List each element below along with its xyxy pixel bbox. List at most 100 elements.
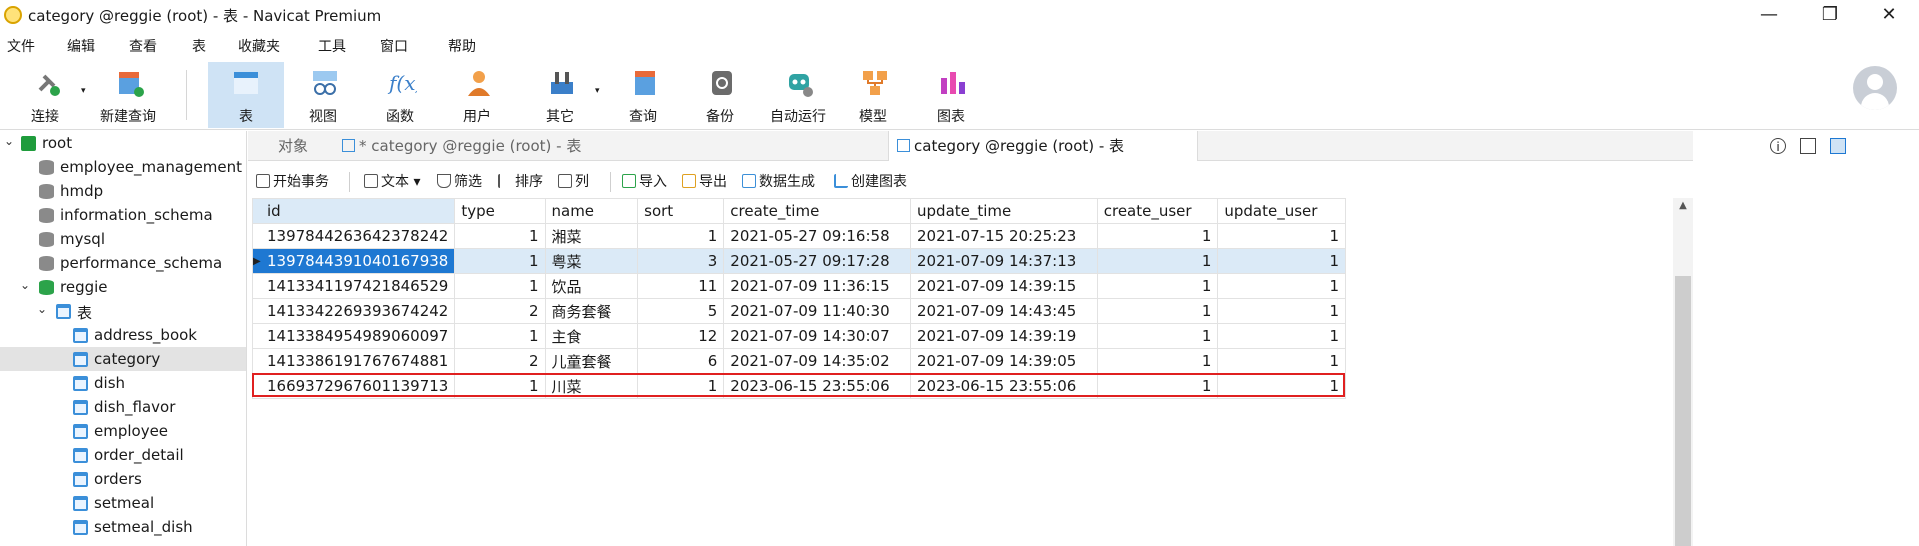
tree-item-root[interactable]: ⌄ root: [0, 131, 246, 155]
tab-category-edit[interactable]: * category @reggie (root) - 表: [338, 131, 883, 161]
table-row[interactable]: 1413386191767674881 2 儿童套餐 6 2021-07-09 …: [251, 348, 1346, 374]
column-header-update-user[interactable]: update_user: [1217, 198, 1346, 224]
user-button[interactable]: 用户: [442, 62, 512, 128]
new-query-button[interactable]: 新建查询: [93, 62, 163, 128]
cell-type[interactable]: 1: [454, 223, 546, 249]
cell-create-time[interactable]: 2021-07-09 11:40:30: [723, 298, 912, 324]
vertical-scrollbar[interactable]: ▲: [1673, 198, 1693, 546]
data-generation-button[interactable]: 数据生成: [742, 171, 815, 191]
cell-update-user[interactable]: 1: [1217, 273, 1346, 299]
tab-objects[interactable]: 对象: [278, 131, 308, 161]
cell-update-user[interactable]: 1: [1217, 298, 1346, 324]
cell-sort[interactable]: 1: [637, 223, 725, 249]
cell-sort[interactable]: 3: [637, 248, 725, 274]
cell-update-time[interactable]: 2021-07-09 14:39:19: [910, 323, 1098, 349]
cell-create-user[interactable]: 1: [1096, 273, 1219, 299]
column-header-id[interactable]: id: [251, 198, 456, 224]
cell-create-user[interactable]: 1: [1096, 323, 1219, 349]
cell-id[interactable]: 1413384954989060097: [251, 323, 456, 349]
cell-type[interactable]: 1: [454, 248, 546, 274]
table-row[interactable]: 1413341197421846529 1 饮品 11 2021-07-09 1…: [251, 273, 1346, 299]
cell-update-user[interactable]: 1: [1217, 223, 1346, 249]
chart-button[interactable]: 图表: [916, 62, 986, 128]
column-header-sort[interactable]: sort: [637, 198, 725, 224]
tree-item-employee[interactable]: employee: [0, 419, 246, 443]
column-header-type[interactable]: type: [454, 198, 546, 224]
auto-run-button[interactable]: 自动运行: [762, 62, 834, 128]
query-button[interactable]: 查询: [608, 62, 678, 128]
table-row[interactable]: 1397844263642378242 1 湘菜 1 2021-05-27 09…: [251, 223, 1346, 249]
cell-id[interactable]: 1397844263642378242: [251, 223, 456, 249]
cell-update-user[interactable]: 1: [1217, 248, 1346, 274]
cell-create-time[interactable]: 2021-07-09 14:30:07: [723, 323, 912, 349]
cell-id[interactable]: 1397844391040167938: [251, 248, 456, 274]
connect-dropdown-caret[interactable]: ▾: [81, 86, 86, 96]
tree-item-category[interactable]: category: [0, 347, 246, 371]
menu-file[interactable]: 文件: [7, 36, 35, 56]
table-row[interactable]: 1413384954989060097 1 主食 12 2021-07-09 1…: [251, 323, 1346, 349]
tab-category-data[interactable]: category @reggie (root) - 表: [888, 131, 1198, 161]
cell-type[interactable]: 2: [454, 348, 546, 374]
tree-item-address-book[interactable]: address_book: [0, 323, 246, 347]
table-row[interactable]: 1413342269393674242 2 商务套餐 5 2021-07-09 …: [251, 298, 1346, 324]
info-icon[interactable]: i: [1770, 138, 1786, 154]
cell-create-user[interactable]: 1: [1096, 223, 1219, 249]
cell-update-time[interactable]: 2021-07-09 14:37:13: [910, 248, 1098, 274]
cell-update-user[interactable]: 1: [1217, 323, 1346, 349]
cell-update-time[interactable]: 2021-07-09 14:43:45: [910, 298, 1098, 324]
cell-name[interactable]: 饮品: [544, 273, 639, 299]
cell-create-time[interactable]: 2021-05-27 09:17:28: [723, 248, 912, 274]
backup-button[interactable]: 备份: [685, 62, 755, 128]
tree-item-hmdp[interactable]: hmdp: [0, 179, 246, 203]
other-dropdown-caret[interactable]: ▾: [595, 86, 600, 96]
cell-sort[interactable]: 6: [637, 348, 725, 374]
tree-item-performance-schema[interactable]: performance_schema: [0, 251, 246, 275]
tree-item-reggie[interactable]: ⌄ reggie: [0, 275, 246, 299]
menu-tools[interactable]: 工具: [318, 36, 346, 56]
cell-type[interactable]: 1: [454, 323, 546, 349]
cell-create-time[interactable]: 2021-07-09 11:36:15: [723, 273, 912, 299]
minimize-button[interactable]: —: [1749, 2, 1789, 28]
cell-update-time[interactable]: 2021-07-09 14:39:05: [910, 348, 1098, 374]
cell-name[interactable]: 商务套餐: [544, 298, 639, 324]
chevron-down-icon[interactable]: ⌄: [37, 303, 49, 315]
tree-item-employee-management[interactable]: employee_management: [0, 155, 246, 179]
cell-sort[interactable]: 5: [637, 298, 725, 324]
begin-transaction-button[interactable]: 开始事务: [256, 171, 329, 191]
cell-sort[interactable]: 11: [637, 273, 725, 299]
menu-favorites[interactable]: 收藏夹: [238, 36, 280, 56]
tree-item-order-detail[interactable]: order_detail: [0, 443, 246, 467]
cell-create-time[interactable]: 2021-05-27 09:16:58: [723, 223, 912, 249]
view-button[interactable]: 视图: [288, 62, 358, 128]
table-button[interactable]: 表: [208, 62, 284, 128]
tree-item-mysql[interactable]: mysql: [0, 227, 246, 251]
user-avatar[interactable]: [1853, 66, 1897, 110]
cell-name[interactable]: 主食: [544, 323, 639, 349]
model-button[interactable]: 模型: [838, 62, 908, 128]
create-chart-button[interactable]: 创建图表: [834, 171, 907, 191]
tree-item-orders[interactable]: orders: [0, 467, 246, 491]
table-row[interactable]: 1397844391040167938 1 粤菜 3 2021-05-27 09…: [251, 248, 1346, 274]
column-header-name[interactable]: name: [544, 198, 639, 224]
chevron-down-icon[interactable]: ⌄: [4, 135, 16, 147]
tree-item-dish-flavor[interactable]: dish_flavor: [0, 395, 246, 419]
cell-update-user[interactable]: 1: [1217, 348, 1346, 374]
menu-help[interactable]: 帮助: [448, 36, 476, 56]
connect-button[interactable]: 连接: [10, 62, 80, 128]
cell-update-time[interactable]: 2021-07-15 20:25:23: [910, 223, 1098, 249]
cell-type[interactable]: 2: [454, 298, 546, 324]
tree-item-dish[interactable]: dish: [0, 371, 246, 395]
chevron-down-icon[interactable]: ⌄: [20, 279, 32, 291]
cell-id[interactable]: 1413386191767674881: [251, 348, 456, 374]
columns-button[interactable]: 列: [558, 171, 589, 191]
menu-view[interactable]: 查看: [129, 36, 157, 56]
column-header-create-time[interactable]: create_time: [723, 198, 912, 224]
grid-view-icon[interactable]: [1830, 138, 1846, 154]
cell-create-time[interactable]: 2021-07-09 14:35:02: [723, 348, 912, 374]
column-header-update-time[interactable]: update_time: [910, 198, 1098, 224]
menu-table[interactable]: 表: [192, 36, 206, 56]
cell-create-user[interactable]: 1: [1096, 348, 1219, 374]
cell-update-time[interactable]: 2021-07-09 14:39:15: [910, 273, 1098, 299]
cell-type[interactable]: 1: [454, 273, 546, 299]
sort-button[interactable]: 排序: [498, 171, 543, 191]
